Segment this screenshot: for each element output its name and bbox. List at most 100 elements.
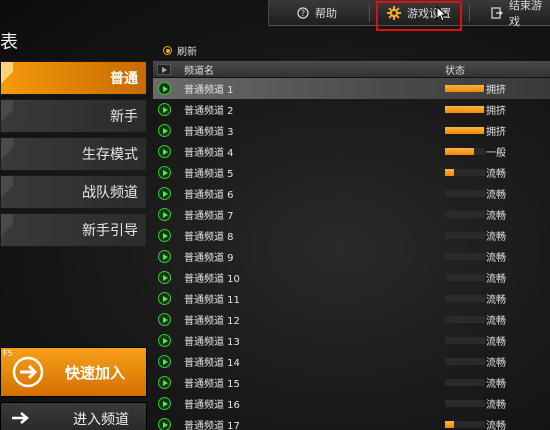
table-row[interactable]: 普通频道 9 流畅 [153, 246, 550, 267]
play-icon[interactable] [158, 166, 171, 179]
table-row[interactable]: 普通频道 16 流畅 [153, 393, 550, 414]
sidebar-item-label: 新手 [110, 109, 138, 125]
table-row[interactable]: 普通频道 17 流畅 [153, 414, 550, 430]
help-button[interactable]: ? 帮助 [297, 0, 337, 26]
svg-text:?: ? [301, 9, 305, 18]
play-icon[interactable] [158, 145, 171, 158]
play-icon[interactable] [158, 208, 171, 221]
load-bar [445, 358, 485, 365]
load-bar-fill [445, 421, 454, 428]
play-icon[interactable] [158, 292, 171, 305]
play-icon[interactable] [158, 313, 171, 326]
play-icon [157, 63, 171, 75]
help-label: 帮助 [315, 7, 337, 20]
channel-name: 普通频道 3 [184, 127, 234, 138]
load-bar [445, 169, 485, 176]
table-row[interactable]: 普通频道 2 拥挤 [153, 99, 550, 120]
sidebar-item[interactable]: 生存模式 [0, 137, 147, 171]
exit-game-label: 结束游戏 [509, 0, 542, 28]
play-icon[interactable] [158, 103, 171, 116]
channel-status: 流畅 [486, 190, 506, 201]
divider [469, 4, 470, 22]
play-icon[interactable] [158, 355, 171, 368]
channel-status: 流畅 [486, 337, 506, 348]
load-bar-fill [445, 106, 485, 113]
column-header-status: 状态 [445, 65, 465, 77]
help-icon: ? [297, 7, 309, 19]
play-icon[interactable] [158, 229, 171, 242]
channel-status: 流畅 [486, 421, 506, 430]
load-bar [445, 295, 485, 302]
load-bar [445, 190, 485, 197]
channel-status: 拥挤 [486, 127, 506, 138]
table-row[interactable]: 普通频道 5 流畅 [153, 162, 550, 183]
load-bar [445, 106, 485, 113]
channel-name: 普通频道 6 [184, 190, 234, 201]
load-bar [445, 337, 485, 344]
play-icon[interactable] [158, 418, 171, 430]
table-row[interactable]: 普通频道 14 流畅 [153, 351, 550, 372]
load-bar-fill [445, 148, 474, 155]
channel-name: 普通频道 9 [184, 253, 234, 264]
table-row[interactable]: 普通频道 10 流畅 [153, 267, 550, 288]
channel-status: 流畅 [486, 379, 506, 390]
list-header: 频道名 状态 [153, 61, 550, 78]
sidebar-item[interactable]: 战队频道 [0, 175, 147, 209]
play-icon[interactable] [158, 187, 171, 200]
channel-name: 普通频道 17 [184, 421, 240, 430]
table-row[interactable]: 普通频道 1 拥挤 [153, 78, 550, 99]
table-row[interactable]: 普通频道 12 流畅 [153, 309, 550, 330]
channel-rows: 普通频道 1 拥挤 普通频道 2 拥挤 普通频道 3 拥挤 普通频道 4 一般 普通频道 5 流畅… [153, 78, 550, 430]
load-bar [445, 253, 485, 260]
play-icon[interactable] [158, 82, 171, 95]
enter-channel-button[interactable]: 进入频道 [0, 402, 147, 430]
play-icon[interactable] [158, 250, 171, 263]
load-bar [445, 316, 485, 323]
channel-status: 流畅 [486, 211, 506, 222]
column-header-name: 频道名 [184, 65, 214, 77]
arrow-circle-icon [12, 356, 44, 388]
table-row[interactable]: 普通频道 3 拥挤 [153, 120, 550, 141]
channel-status: 流畅 [486, 358, 506, 369]
channel-name: 普通频道 15 [184, 379, 240, 390]
channel-name: 普通频道 16 [184, 400, 240, 411]
divider [369, 4, 370, 22]
load-bar [445, 127, 485, 134]
load-bar-fill [445, 169, 454, 176]
channel-name: 普通频道 11 [184, 295, 240, 306]
table-row[interactable]: 普通频道 11 流畅 [153, 288, 550, 309]
play-icon[interactable] [158, 334, 171, 347]
refresh-button[interactable]: 刷新 [163, 43, 197, 58]
table-row[interactable]: 普通频道 13 流畅 [153, 330, 550, 351]
channel-name: 普通频道 8 [184, 232, 234, 243]
channel-status: 流畅 [486, 316, 506, 327]
channel-status: 一般 [486, 148, 506, 159]
channel-status: 流畅 [486, 295, 506, 306]
table-row[interactable]: 普通频道 8 流畅 [153, 225, 550, 246]
play-icon[interactable] [158, 397, 171, 410]
play-icon[interactable] [158, 376, 171, 389]
exit-game-button[interactable]: 结束游戏 [491, 0, 550, 28]
quick-join-button[interactable]: F5 快速加入 [0, 347, 147, 397]
load-bar [445, 421, 485, 428]
table-row[interactable]: 普通频道 6 流畅 [153, 183, 550, 204]
channel-status: 流畅 [486, 274, 506, 285]
refresh-label: 刷新 [177, 47, 197, 58]
table-row[interactable]: 普通频道 15 流畅 [153, 372, 550, 393]
sidebar-item[interactable]: 新手引导 [0, 213, 147, 247]
table-row[interactable]: 普通频道 7 流畅 [153, 204, 550, 225]
channel-name: 普通频道 1 [184, 85, 234, 96]
channel-status: 流畅 [486, 232, 506, 243]
sidebar-item[interactable]: 新手 [0, 99, 147, 133]
page-title: 表 [0, 32, 18, 53]
sidebar-item[interactable]: 普通 [0, 61, 147, 95]
channel-name: 普通频道 13 [184, 337, 240, 348]
channel-status: 拥挤 [486, 85, 506, 96]
table-row[interactable]: 普通频道 4 一般 [153, 141, 550, 162]
load-bar-fill [445, 85, 485, 92]
channel-name: 普通频道 5 [184, 169, 234, 180]
channel-list: 频道名 状态 普通频道 1 拥挤 普通频道 2 拥挤 普通频道 3 拥挤 普通频道 4 一般普… [153, 61, 550, 430]
sidebar-item-label: 生存模式 [82, 147, 138, 163]
play-icon[interactable] [158, 124, 171, 137]
play-icon[interactable] [158, 271, 171, 284]
